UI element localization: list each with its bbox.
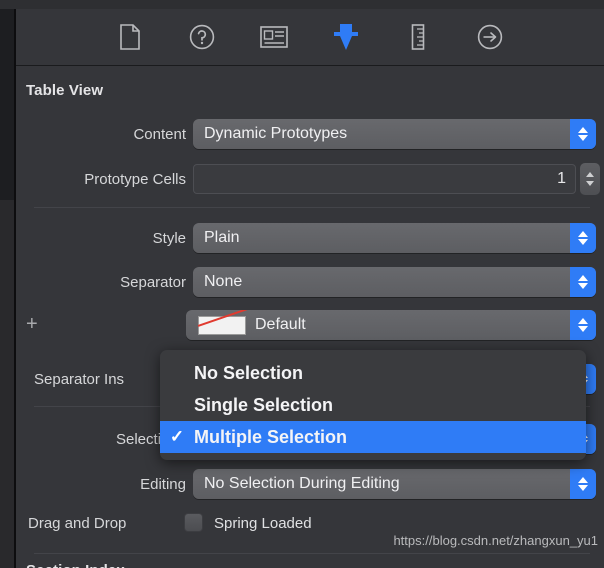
label-drag-and-drop: Drag and Drop — [28, 515, 127, 532]
chevron-updown-icon — [570, 310, 596, 340]
attributes-inspector-window: Table View Content Dynamic Prototypes Pr… — [0, 0, 604, 568]
style-popup-value: Plain — [204, 229, 240, 246]
label-style: Style — [152, 230, 186, 247]
inspector-panel: Table View Content Dynamic Prototypes Pr… — [16, 66, 604, 568]
prototype-cells-value: 1 — [557, 170, 566, 187]
watermark-url: https://blog.csdn.net/zhangxun_yu1 — [393, 533, 598, 548]
divider-1 — [34, 207, 590, 208]
style-popup-button[interactable]: Plain — [193, 223, 596, 253]
prototype-cells-field[interactable]: 1 — [193, 164, 576, 194]
prototype-cells-stepper[interactable] — [580, 163, 600, 195]
connections-inspector-icon[interactable] — [468, 17, 512, 57]
chevron-updown-icon — [570, 469, 596, 499]
menu-item-label: Multiple Selection — [194, 426, 348, 447]
color-swatch-none-icon — [198, 315, 246, 335]
section-title-section-index: Section Index — [26, 562, 125, 568]
editing-popup-button[interactable]: No Selection During Editing — [193, 469, 596, 499]
chevron-updown-icon — [570, 223, 596, 253]
menu-item-single-selection[interactable]: Single Selection — [160, 389, 586, 421]
menu-item-label: Single Selection — [194, 394, 334, 415]
label-separator-insets: Separator Ins — [34, 371, 125, 388]
content-popup-value: Dynamic Prototypes — [204, 125, 348, 142]
selection-dropdown-menu[interactable]: No Selection Single Selection ✓ Multiple… — [160, 350, 586, 460]
window-top-strip — [0, 0, 604, 9]
inspector-toolbar — [16, 9, 604, 65]
menu-item-multiple-selection[interactable]: ✓ Multiple Selection — [160, 421, 586, 453]
separator-color-value: Default — [255, 316, 306, 333]
separator-color-popup-button[interactable]: Default — [186, 310, 596, 340]
spring-loaded-checkbox[interactable] — [184, 513, 203, 532]
left-gutter-lower — [0, 200, 14, 568]
separator-popup-value: None — [204, 273, 243, 290]
separator-popup-button[interactable]: None — [193, 267, 596, 297]
add-separator-color-button[interactable]: + — [26, 314, 38, 334]
menu-item-label: No Selection — [194, 362, 304, 383]
chevron-updown-icon — [570, 119, 596, 149]
section-title-table-view: Table View — [26, 82, 104, 99]
identity-inspector-icon[interactable] — [252, 17, 296, 57]
checkmark-icon: ✓ — [169, 427, 185, 446]
divider-3 — [34, 553, 590, 554]
quick-help-icon[interactable] — [180, 17, 224, 57]
label-editing: Editing — [140, 476, 186, 493]
label-separator: Separator — [120, 274, 186, 291]
menu-item-no-selection[interactable]: No Selection — [160, 357, 586, 389]
label-prototype-cells: Prototype Cells — [84, 171, 186, 188]
spring-loaded-label: Spring Loaded — [214, 515, 312, 532]
content-popup-button[interactable]: Dynamic Prototypes — [193, 119, 596, 149]
label-content: Content — [133, 126, 186, 143]
attributes-inspector-icon[interactable] — [324, 17, 368, 57]
size-inspector-icon[interactable] — [396, 17, 440, 57]
file-inspector-icon[interactable] — [108, 17, 152, 57]
chevron-updown-icon — [570, 267, 596, 297]
editing-popup-value: No Selection During Editing — [204, 475, 400, 492]
